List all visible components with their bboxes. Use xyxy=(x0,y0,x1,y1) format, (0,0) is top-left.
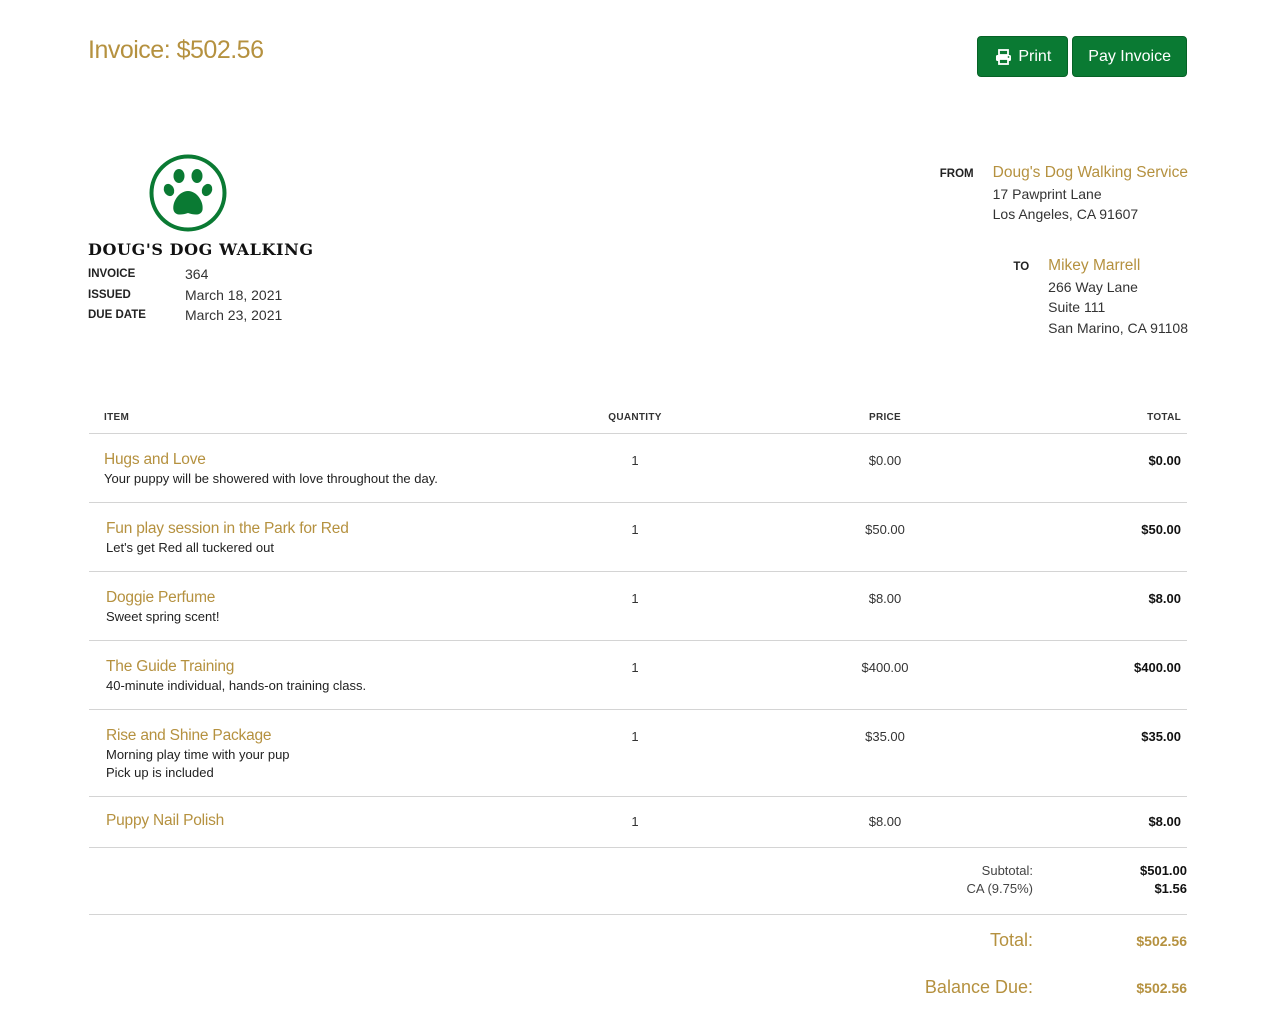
item-description: Sweet spring scent! xyxy=(106,609,220,624)
from-line: Los Angeles, CA 91607 xyxy=(992,206,1139,222)
to-line: San Marino, CA 91108 xyxy=(1048,319,1188,336)
meta-due-date: DUE DATE March 23, 2021 xyxy=(88,305,282,326)
item-name: Puppy Nail Polish xyxy=(106,812,225,829)
brand-name: DOUG'S DOG WALKING xyxy=(88,240,314,259)
print-button[interactable]: Print xyxy=(977,36,1069,77)
balance-due-row: Balance Due: $502.56 xyxy=(883,977,1187,998)
item-price: $400.00 xyxy=(861,660,909,675)
from-address: FROM Doug's Dog Walking Service 17 Pawpr… xyxy=(933,163,1188,225)
subtotals: Subtotal: $501.00 CA (9.75%) $1.56 xyxy=(89,862,1187,915)
total-label: Total: xyxy=(989,930,1033,950)
item-description: Let's get Red all tuckered out xyxy=(106,540,274,555)
pay-invoice-label: Pay Invoice xyxy=(1088,47,1171,65)
table-row: Hugs and Love Your puppy will be showered… xyxy=(89,434,1187,503)
invoice-number: 364 xyxy=(185,266,209,283)
table-body: Hugs and Love Your puppy will be showered… xyxy=(89,434,1187,848)
meta-issued: ISSUED March 18, 2021 xyxy=(88,285,282,306)
header-quantity: QUANTITY xyxy=(608,412,662,423)
item-price: $50.00 xyxy=(865,522,905,537)
from-name: Doug's Dog Walking Service xyxy=(992,164,1188,181)
print-button-label: Print xyxy=(1018,47,1052,65)
balance-due-value: $502.56 xyxy=(1136,980,1187,996)
line-items-table: ITEM QUANTITY PRICE TOTAL Hugs and Love Y… xyxy=(89,402,1187,848)
item-price: $0.00 xyxy=(868,453,902,468)
item-quantity: 1 xyxy=(631,591,639,606)
table-row: Puppy Nail Polish 1 $8.00 $8.00 xyxy=(89,797,1187,848)
item-price: $35.00 xyxy=(865,729,905,744)
logo xyxy=(148,153,228,233)
item-cell: Hugs and Love Your puppy will be showered… xyxy=(89,450,555,502)
item-quantity: 1 xyxy=(631,660,639,675)
item-cell: The Guide Training 40-minute individual, … xyxy=(89,657,555,709)
meta-label: ISSUED xyxy=(88,288,131,301)
subtotal-value: $501.00 xyxy=(1140,863,1187,878)
item-name: Fun play session in the Park for Red xyxy=(106,520,349,537)
item-cell: Puppy Nail Polish xyxy=(89,811,555,847)
item-total: $8.00 xyxy=(1148,591,1181,606)
table-row: The Guide Training 40-minute individual, … xyxy=(89,641,1187,710)
meta-label: DUE DATE xyxy=(88,309,146,322)
balance-due-label: Balance Due: xyxy=(924,977,1033,997)
item-quantity: 1 xyxy=(631,814,639,829)
header-price: PRICE xyxy=(868,412,902,423)
table-row: Rise and Shine Package Morning play time … xyxy=(89,710,1187,797)
from-line: 17 Pawprint Lane xyxy=(992,185,1102,202)
table-header: ITEM QUANTITY PRICE TOTAL xyxy=(89,402,1187,434)
meta-label: INVOICE xyxy=(88,268,136,281)
item-quantity: 1 xyxy=(631,522,639,537)
table-row: Doggie Perfume Sweet spring scent! 1 $8.00 $… xyxy=(89,572,1187,641)
tax-label: CA (9.75%) xyxy=(966,881,1033,896)
item-cell: Doggie Perfume Sweet spring scent! xyxy=(89,588,555,640)
item-cell: Fun play session in the Park for Red Let'… xyxy=(89,519,555,571)
paw-icon xyxy=(149,154,227,232)
total-value: $502.56 xyxy=(1136,933,1187,949)
item-total: $50.00 xyxy=(1141,522,1181,537)
item-description: Morning play time with your pup Pick up … xyxy=(106,747,290,780)
item-quantity: 1 xyxy=(631,729,639,744)
item-description: Your puppy will be showered with love th… xyxy=(104,471,438,486)
header-total: TOTAL xyxy=(1147,412,1181,423)
total-row: Total: $502.56 xyxy=(883,930,1187,951)
to-line: Suite 111 xyxy=(1048,299,1106,315)
item-price: $8.00 xyxy=(868,814,902,829)
invoice-meta: INVOICE 364 ISSUED March 18, 2021 DUE DA… xyxy=(88,264,282,326)
subtotal-row: Subtotal: $501.00 xyxy=(89,862,1187,880)
tax-row: CA (9.75%) $1.56 xyxy=(89,880,1187,898)
from-label: FROM xyxy=(939,168,974,180)
subtotal-label: Subtotal: xyxy=(981,863,1033,878)
tax-value: $1.56 xyxy=(1154,881,1187,896)
due-date: March 23, 2021 xyxy=(185,307,283,324)
pay-invoice-button[interactable]: Pay Invoice xyxy=(1072,36,1187,77)
item-description: 40-minute individual, hands-on training … xyxy=(106,678,367,693)
to-line: 266 Way Lane xyxy=(1048,278,1138,295)
to-name: Mikey Marrell xyxy=(1048,257,1141,274)
page-title: Invoice: $502.56 xyxy=(88,36,264,64)
item-total: $8.00 xyxy=(1148,814,1181,829)
item-total: $0.00 xyxy=(1148,453,1181,468)
header-actions: Print Pay Invoice xyxy=(977,36,1187,77)
printer-icon xyxy=(995,48,1012,65)
header-item: ITEM xyxy=(104,412,130,423)
to-address: TO Mikey Marrell 266 Way Lane Suite 111 … xyxy=(988,256,1188,338)
item-cell: Rise and Shine Package Morning play time … xyxy=(89,726,555,796)
issued-date: March 18, 2021 xyxy=(185,286,283,303)
table-row: Fun play session in the Park for Red Let'… xyxy=(89,503,1187,572)
item-name: Hugs and Love xyxy=(104,451,206,468)
to-label: TO xyxy=(1013,261,1030,273)
item-name: The Guide Training xyxy=(106,658,235,675)
item-price: $8.00 xyxy=(868,591,902,606)
item-total: $400.00 xyxy=(1134,660,1181,675)
item-name: Rise and Shine Package xyxy=(106,727,272,744)
item-quantity: 1 xyxy=(631,453,639,468)
item-name: Doggie Perfume xyxy=(106,589,216,606)
item-total: $35.00 xyxy=(1141,729,1181,744)
meta-invoice: INVOICE 364 xyxy=(88,264,282,285)
